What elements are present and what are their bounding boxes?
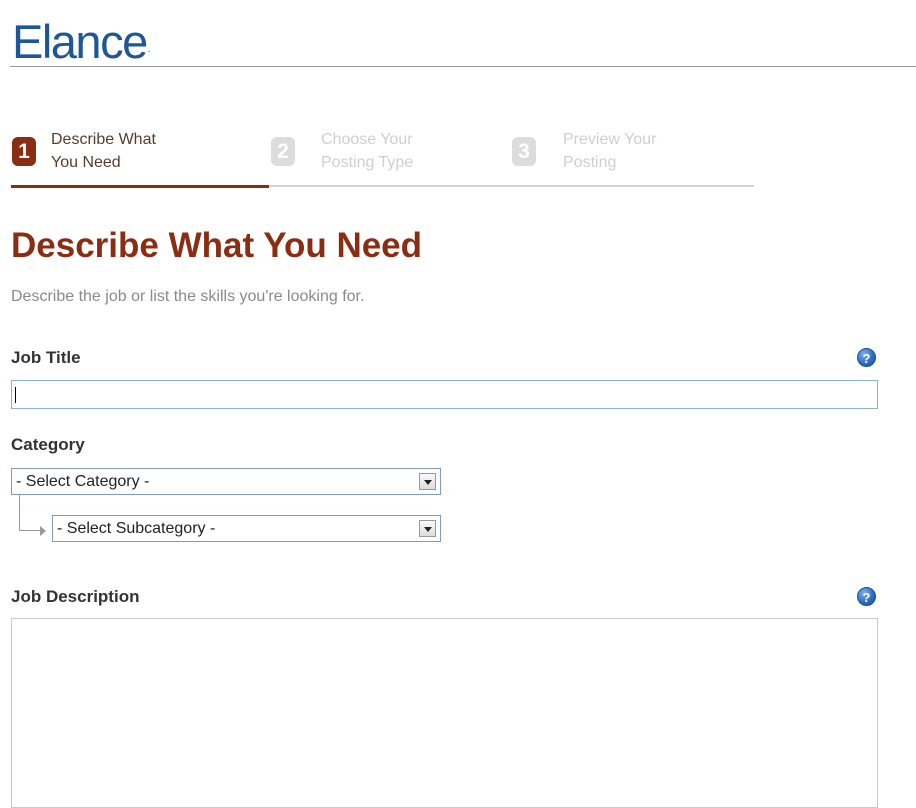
subcategory-connector-line [19, 494, 20, 530]
step-3-label-line2: Posting [563, 154, 617, 171]
text-cursor [15, 387, 16, 403]
category-select[interactable]: - Select Category - [11, 468, 441, 495]
page-title: Describe What You Need [11, 226, 423, 265]
step-2-label-line2: Posting Type [321, 154, 414, 171]
header-divider [10, 66, 916, 67]
job-description-label: Job Description [11, 587, 140, 606]
chevron-down-icon[interactable] [419, 520, 436, 537]
subcategory-select-value: - Select Subcategory - [57, 520, 216, 537]
step-choose-posting-type[interactable]: 2 Choose Your Posting Type [271, 127, 511, 187]
step-3-label: Preview Your Posting [563, 128, 656, 174]
chevron-down-icon[interactable] [419, 473, 436, 490]
step-preview-posting[interactable]: 3 Preview Your Posting [512, 127, 752, 187]
subcategory-connector-elbow [19, 530, 41, 531]
logo-mark: . [147, 44, 151, 55]
step-2-label: Choose Your Posting Type [321, 128, 413, 174]
job-title-label: Job Title [11, 348, 81, 367]
page-subtitle: Describe the job or list the skills you'… [11, 288, 365, 305]
step-3-badge: 3 [512, 137, 536, 166]
job-title-input[interactable] [11, 380, 878, 409]
step-1-label-line2: You Need [51, 154, 121, 171]
step-1-label-line1: Describe What [51, 131, 156, 148]
job-description-textarea[interactable] [11, 618, 878, 808]
step-1-badge: 1 [12, 137, 36, 166]
elance-logo[interactable]: Elance. [12, 15, 151, 68]
subcategory-select[interactable]: - Select Subcategory - [52, 515, 441, 542]
category-label: Category [11, 435, 85, 454]
subcategory-arrow-icon [40, 526, 46, 536]
job-description-help-icon[interactable]: ? [857, 587, 876, 606]
step-2-badge: 2 [271, 137, 295, 166]
steps-progress-active [11, 185, 269, 188]
step-3-label-line1: Preview Your [563, 131, 657, 148]
category-select-value: - Select Category - [16, 473, 150, 490]
step-2-label-line1: Choose Your [321, 131, 413, 148]
step-describe-what-you-need[interactable]: 1 Describe What You Need [12, 127, 268, 187]
logo-text: Elance [12, 15, 148, 68]
job-title-help-icon[interactable]: ? [857, 348, 876, 367]
step-1-label: Describe What You Need [51, 128, 156, 174]
